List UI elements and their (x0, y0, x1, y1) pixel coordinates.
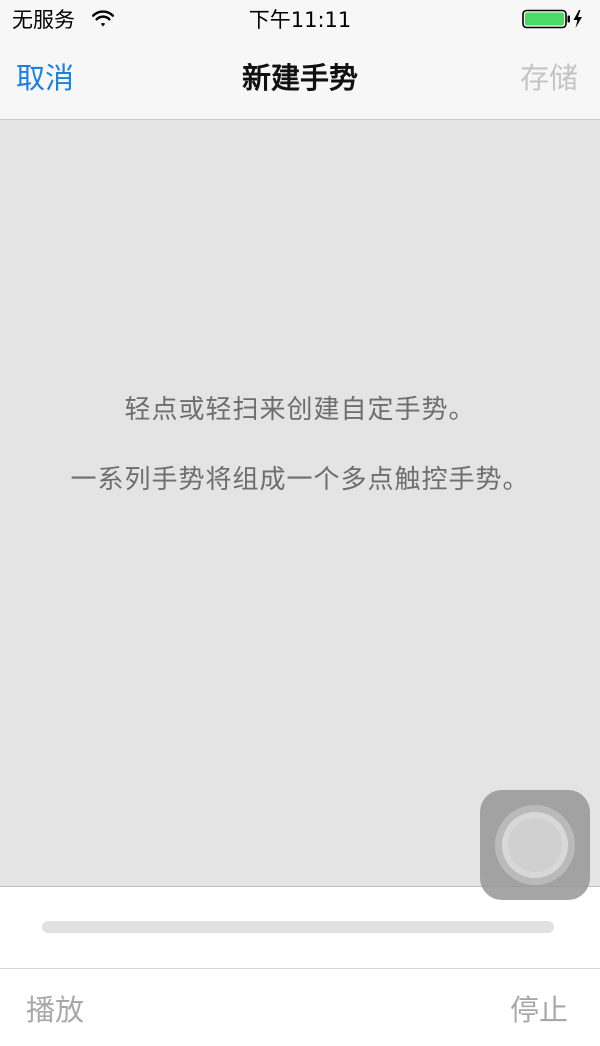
playback-progress-bar (42, 921, 554, 933)
assistive-touch-core (508, 818, 562, 872)
screen: 无服务 下午11:11 取消 新建手势 存储 轻点或轻扫来创建自定手势。 一系列… (0, 0, 600, 1046)
gesture-hint-line-2: 一系列手势将组成一个多点触控手势。 (70, 465, 530, 495)
play-button[interactable]: 播放 (26, 991, 84, 1029)
assistive-touch-button[interactable] (480, 790, 590, 900)
gesture-recording-area[interactable]: 轻点或轻扫来创建自定手势。 一系列手势将组成一个多点触控手势。 (0, 120, 600, 887)
toolbar-divider (0, 968, 600, 969)
status-bar: 无服务 下午11:11 (0, 0, 600, 40)
battery-charging-icon (522, 9, 582, 29)
navigation-bar: 取消 新建手势 存储 (0, 40, 600, 120)
clock: 下午11:11 (248, 8, 352, 32)
stop-button[interactable]: 停止 (510, 991, 568, 1029)
page-title: 新建手势 (241, 61, 358, 95)
save-button[interactable]: 存储 (520, 59, 578, 97)
gesture-hint-line-1: 轻点或轻扫来创建自定手势。 (124, 395, 476, 425)
